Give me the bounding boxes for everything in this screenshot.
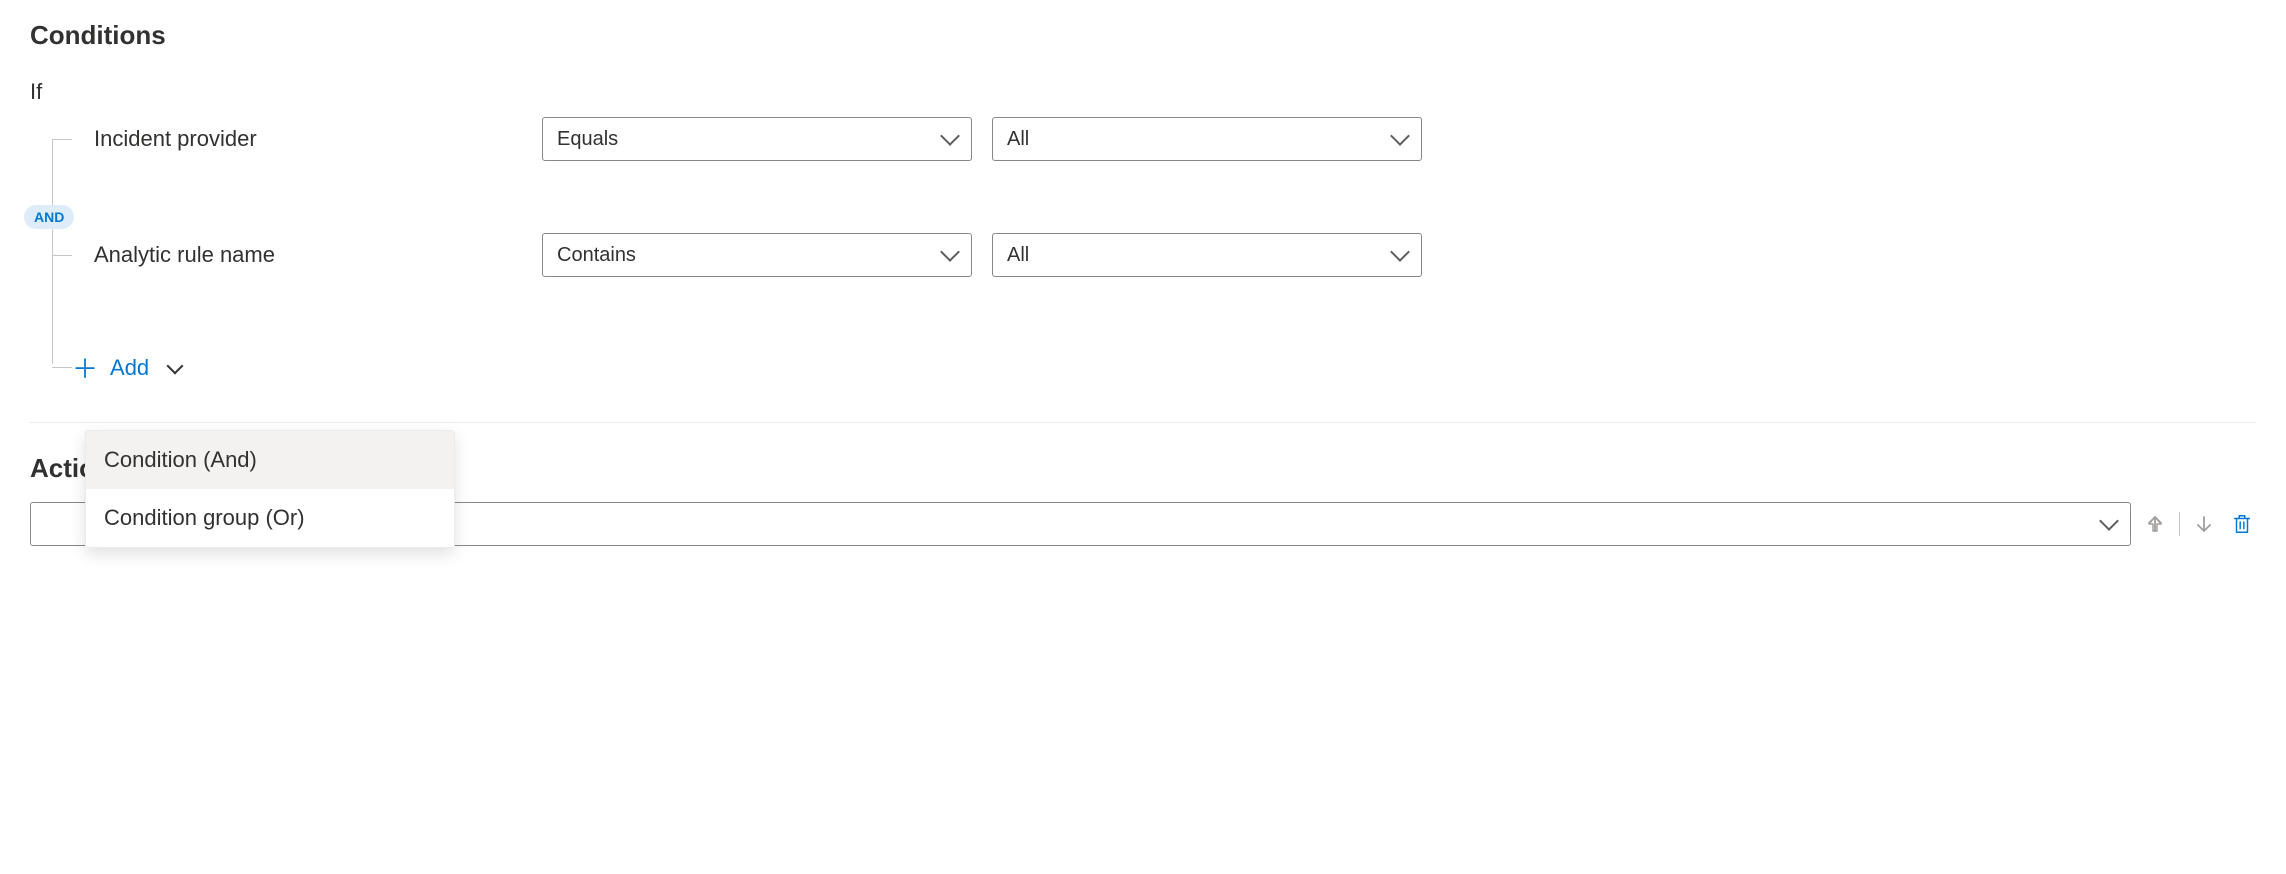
vertical-divider: [2179, 512, 2180, 536]
arrow-down-icon: [2194, 514, 2214, 534]
tree-connector: [52, 139, 72, 140]
operator-value: Contains: [557, 244, 636, 267]
chevron-down-icon: [940, 126, 960, 146]
condition-field-label: Analytic rule name: [72, 242, 542, 268]
value-dropdown[interactable]: All: [992, 117, 1422, 161]
operator-dropdown[interactable]: Contains: [542, 233, 972, 277]
move-up-button[interactable]: [2141, 510, 2169, 538]
chevron-down-icon: [1390, 126, 1410, 146]
condition-row: Incident provider Equals All: [52, 117, 2256, 161]
chevron-down-icon: [1390, 242, 1410, 262]
menu-item-condition-group-or[interactable]: Condition group (Or): [86, 489, 454, 547]
move-down-button[interactable]: [2190, 510, 2218, 538]
chevron-down-icon: [167, 357, 184, 374]
condition-row: Analytic rule name Contains All: [52, 233, 2256, 277]
delete-button[interactable]: [2228, 510, 2256, 538]
arrow-up-icon: [2145, 514, 2165, 534]
operator-dropdown[interactable]: Equals: [542, 117, 972, 161]
tree-connector: [52, 367, 72, 368]
trash-icon: [2231, 513, 2253, 535]
add-button[interactable]: ＋ Add: [72, 349, 181, 386]
conditions-heading: Conditions: [30, 20, 2256, 51]
operator-value: Equals: [557, 128, 618, 151]
section-divider: [30, 422, 2256, 423]
and-badge: AND: [24, 205, 74, 229]
value-selected: All: [1007, 128, 1029, 151]
value-dropdown[interactable]: All: [992, 233, 1422, 277]
add-menu: Condition (And) Condition group (Or): [85, 430, 455, 548]
plus-icon: ＋: [72, 349, 98, 386]
chevron-down-icon: [2099, 511, 2119, 531]
menu-item-condition-and[interactable]: Condition (And): [86, 431, 454, 489]
tree-connector: [52, 255, 72, 256]
add-button-label: Add: [110, 355, 149, 381]
chevron-down-icon: [940, 242, 960, 262]
value-selected: All: [1007, 244, 1029, 267]
conditions-tree: AND Incident provider Equals All Analyti…: [30, 117, 2256, 386]
condition-field-label: Incident provider: [72, 126, 542, 152]
add-condition-row: ＋ Add: [52, 349, 2256, 386]
if-label: If: [30, 79, 2256, 105]
